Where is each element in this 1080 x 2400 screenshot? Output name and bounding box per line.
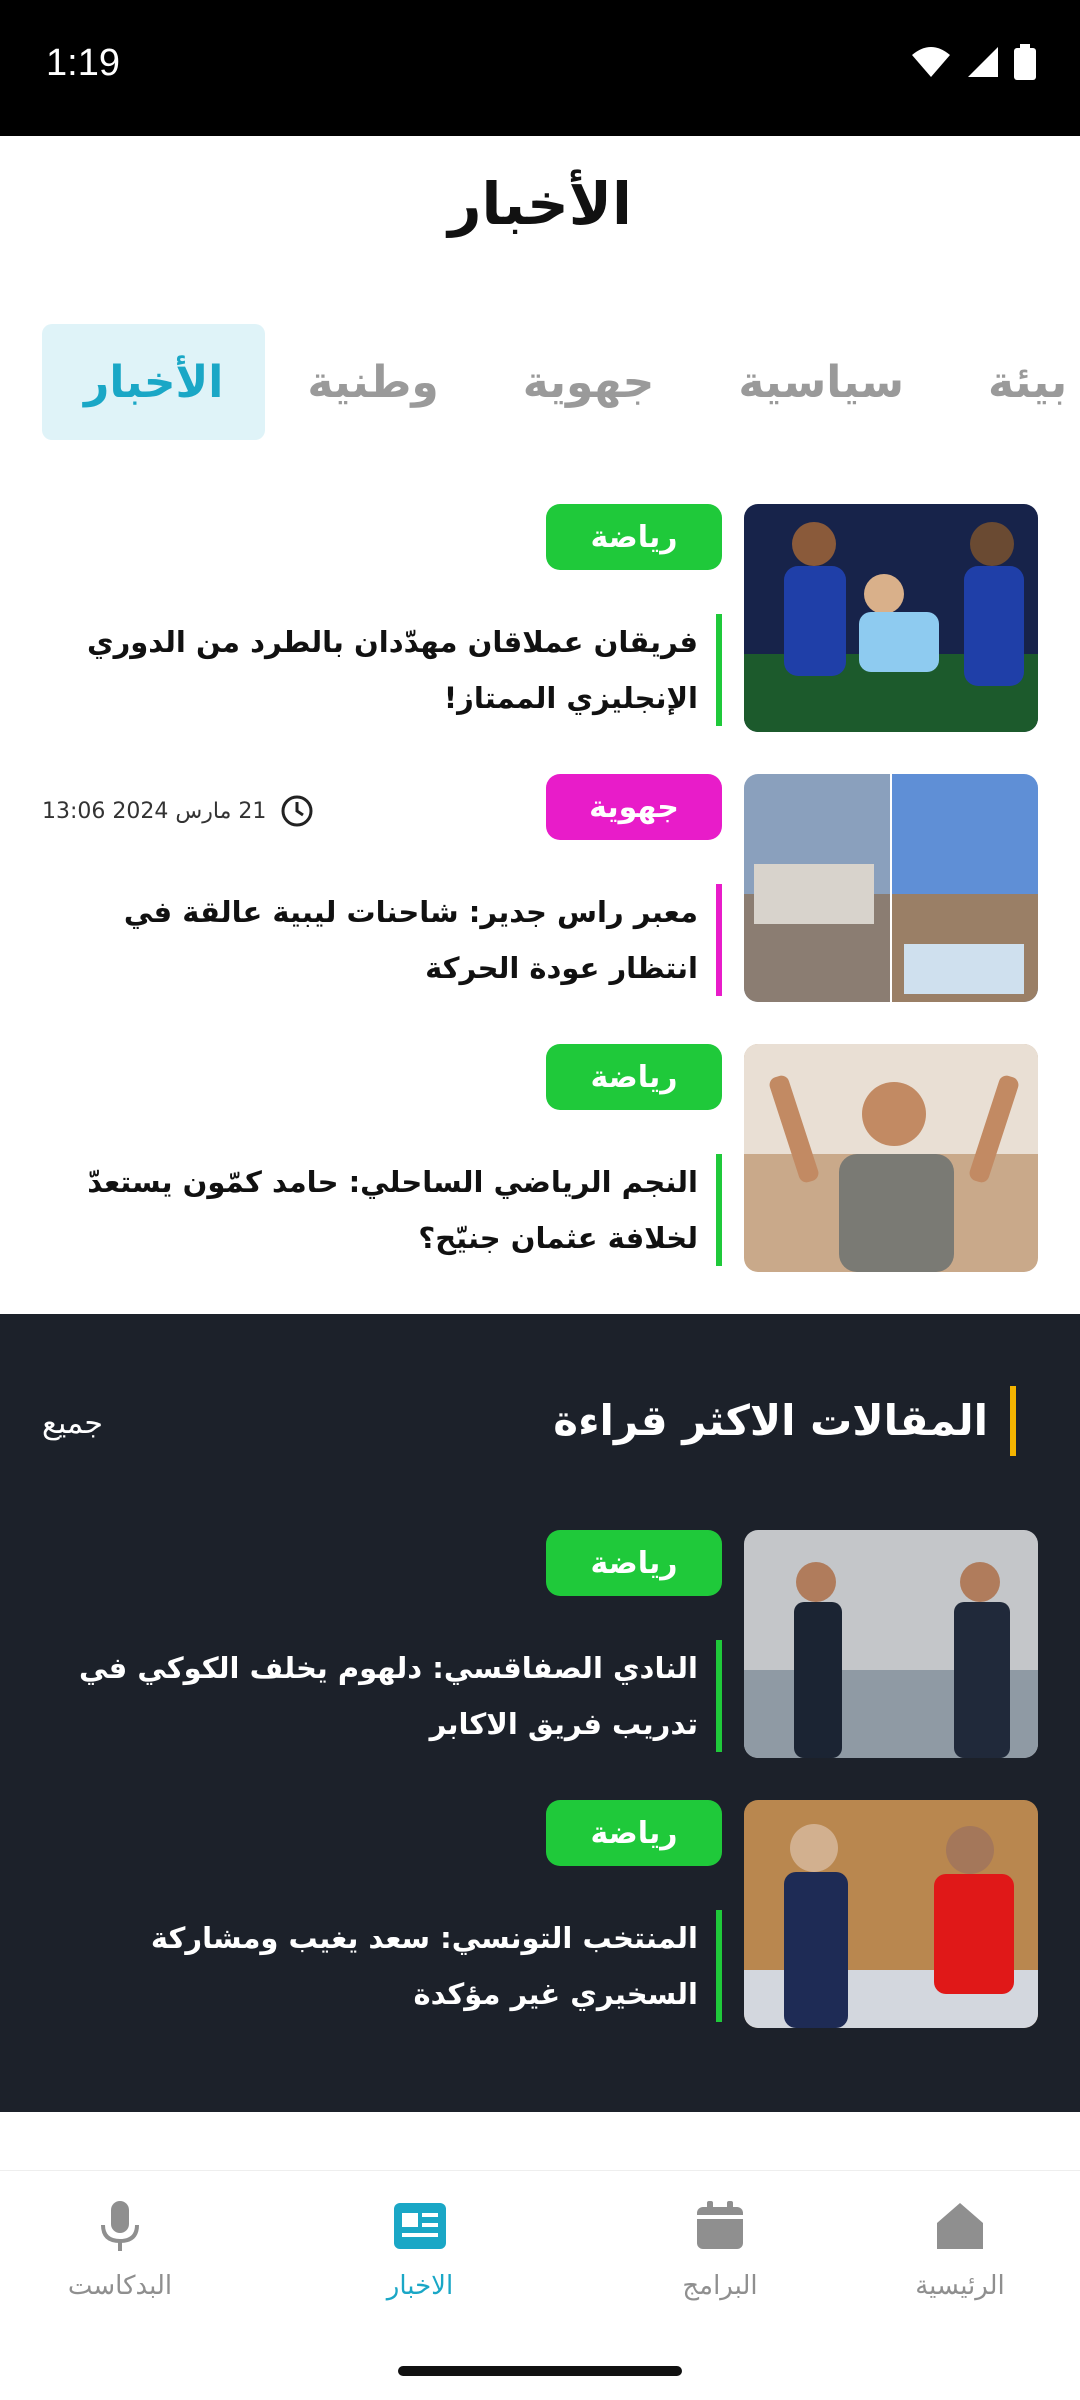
tab-regional[interactable]: جهوية [481,324,697,440]
news-card[interactable]: رياضة النادي الصفاقسي: دلهوم يخلف الكوكي… [42,1530,1038,1758]
see-all-link[interactable]: جميع [42,1406,103,1441]
news-thumbnail[interactable] [744,1530,1038,1758]
news-icon [394,2203,446,2249]
category-badge: رياضة [546,1530,722,1596]
news-card[interactable]: رياضة فريقان عملاقان مهدّدان بالطرد من ا… [42,504,1038,732]
category-badge: رياضة [546,1800,722,1866]
nav-programs[interactable]: البرامج [640,2199,800,2301]
category-badge: جهوية [546,774,722,840]
news-headline[interactable]: المنتخب التونسي: سعد يغيب ومشاركة السخير… [48,1910,722,2022]
tab-national[interactable]: وطنية [265,324,480,440]
status-time: 1:19 [46,42,120,84]
signal-icon [968,47,998,77]
battery-icon [1014,44,1036,80]
news-card[interactable]: رياضة المنتخب التونسي: سعد يغيب ومشاركة … [42,1800,1038,2028]
news-thumbnail[interactable] [744,504,1038,732]
home-icon [937,2203,983,2249]
category-tabs: الأخبار وطنية جهوية سياسية بيئة [42,324,1067,440]
microphone-icon [101,2201,139,2251]
tab-news[interactable]: الأخبار [42,324,266,440]
status-bar: 1:19 [0,0,1080,136]
nav-podcast[interactable]: البدكاست [40,2199,200,2301]
category-badge: رياضة [546,1044,722,1110]
wifi-icon [912,47,950,77]
calendar-icon [697,2201,743,2249]
news-meta: 21 مارس 2024 13:06 [42,794,314,828]
nav-programs-label: البرامج [682,2271,758,2301]
news-headline[interactable]: معبر راس جدير: شاحنات ليبية عالقة في انت… [48,884,722,996]
news-card[interactable]: رياضة النجم الرياضي الساحلي: حامد كمّون … [42,1044,1038,1272]
clock-icon [281,795,313,827]
page-title: الأخبار [448,170,632,238]
nav-news-label: الاخبار [386,2271,454,2301]
news-headline[interactable]: النجم الرياضي الساحلي: حامد كمّون يستعدّ… [48,1154,722,1266]
tab-political[interactable]: سياسية [696,324,946,440]
news-thumbnail[interactable] [744,1800,1038,2028]
news-thumbnail[interactable] [744,774,1038,1002]
nav-podcast-label: البدكاست [67,2271,173,2301]
bottom-nav: الرئيسية البرامج الاخبار البدكاست [0,2170,1080,2337]
tab-environment[interactable]: بيئة [946,324,1080,440]
nav-news[interactable]: الاخبار [340,2199,500,2301]
news-headline[interactable]: فريقان عملاقان مهدّدان بالطرد من الدوري … [48,614,722,726]
category-badge: رياضة [546,504,722,570]
news-thumbnail[interactable] [744,1044,1038,1272]
nav-home[interactable]: الرئيسية [880,2199,1040,2301]
news-card[interactable]: جهوية 21 مارس 2024 13:06 معبر راس جدير: … [42,774,1038,1002]
nav-home-label: الرئيسية [915,2271,1005,2301]
home-indicator[interactable] [398,2366,682,2376]
news-headline[interactable]: النادي الصفاقسي: دلهوم يخلف الكوكي في تد… [48,1640,722,1752]
status-icons [910,44,1036,80]
section-title: المقالات الاكثر قراءة [553,1386,1016,1456]
news-date: 21 مارس 2024 13:06 [42,798,267,824]
